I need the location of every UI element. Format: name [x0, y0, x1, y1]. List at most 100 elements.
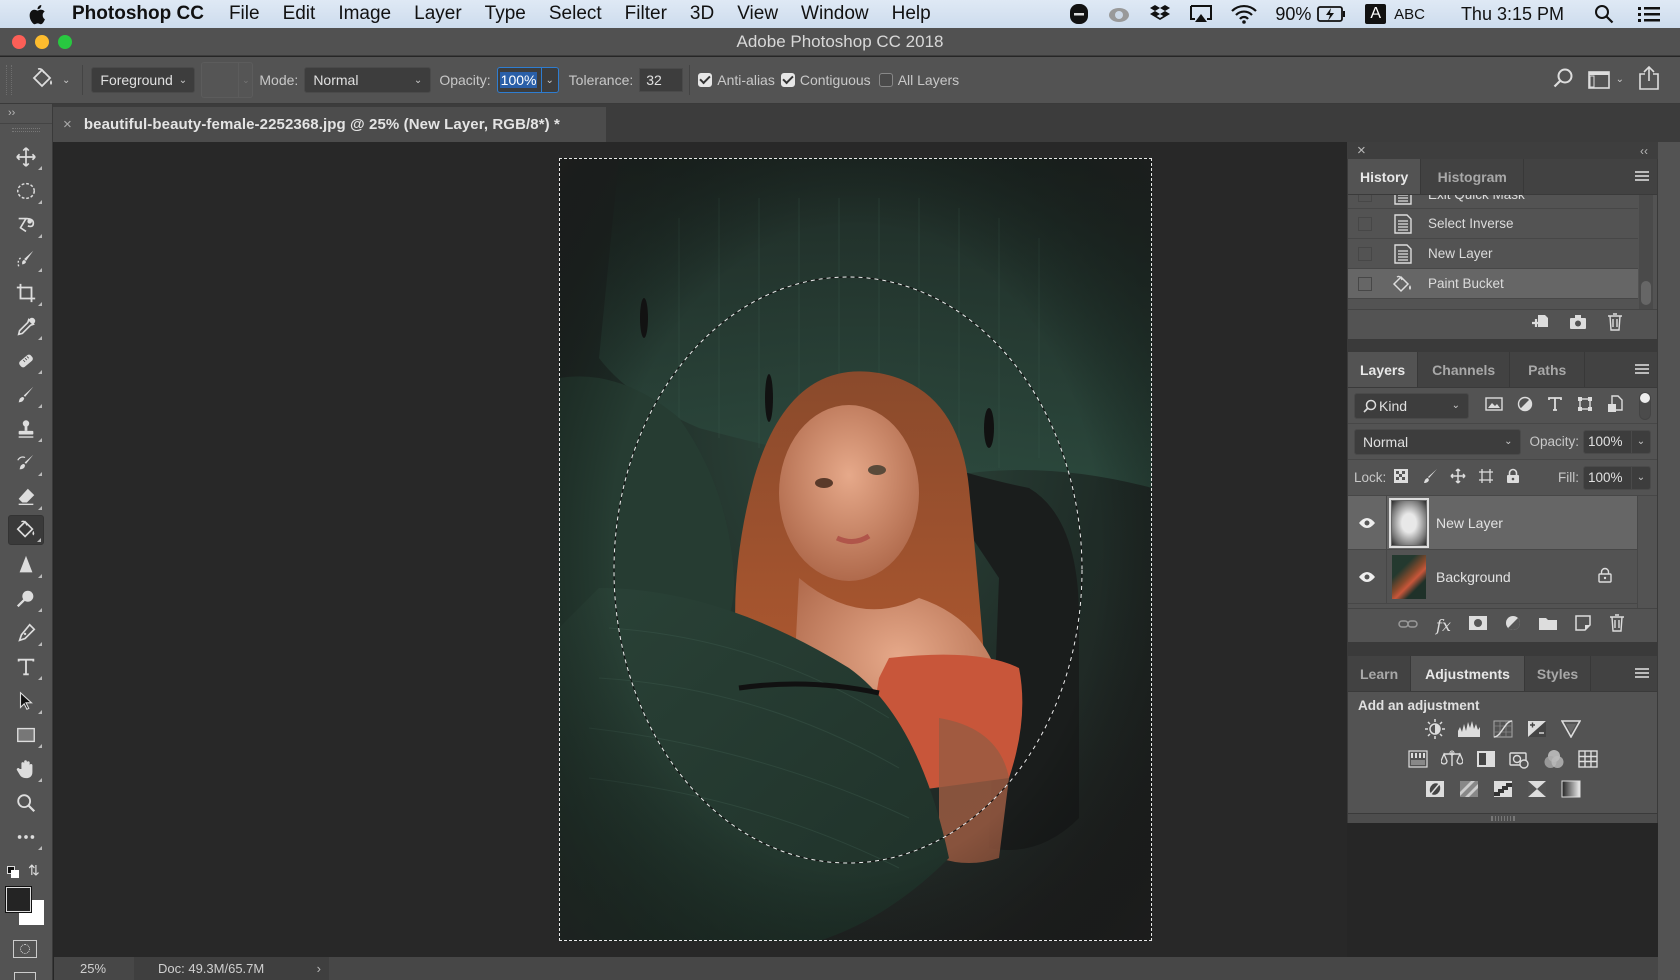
paint-bucket-tool[interactable] — [8, 515, 44, 545]
panel-divider[interactable] — [1347, 339, 1658, 352]
search-icon[interactable] — [1552, 67, 1574, 92]
brightness-contrast-icon[interactable] — [1424, 719, 1446, 739]
new-layer-icon[interactable] — [1575, 615, 1591, 636]
opacity-field[interactable]: 100% ⌄ — [496, 67, 559, 93]
add-mask-icon[interactable] — [1469, 616, 1487, 635]
swap-colors-icon[interactable]: ⇅ — [28, 862, 40, 879]
panel-divider[interactable] — [1347, 642, 1658, 656]
history-brush-tool[interactable] — [8, 448, 44, 478]
tab-paths[interactable]: Paths — [1510, 352, 1586, 387]
tab-adjustments[interactable]: Adjustments — [1411, 656, 1525, 691]
filter-adjustment-icon[interactable] — [1517, 396, 1533, 415]
clock[interactable]: Thu 3:15 PM — [1461, 4, 1564, 25]
dodge-tool[interactable] — [8, 584, 44, 614]
tolerance-input[interactable]: 32 — [639, 68, 684, 92]
canvas-area[interactable] — [54, 142, 1347, 957]
tool-preset-picker[interactable]: ⌄ — [30, 67, 70, 94]
fill-field[interactable]: 100% ⌄ — [1583, 465, 1651, 490]
panel-resize-grip[interactable] — [1348, 813, 1657, 823]
airplay-icon[interactable] — [1189, 4, 1213, 24]
history-scrollbar[interactable] — [1639, 195, 1653, 309]
invert-icon[interactable] — [1424, 779, 1446, 799]
type-tool[interactable] — [8, 652, 44, 682]
wifi-icon[interactable] — [1231, 4, 1258, 24]
exposure-icon[interactable] — [1526, 719, 1548, 739]
close-window-button[interactable] — [12, 35, 26, 49]
menu-select[interactable]: Select — [549, 3, 602, 25]
history-source-checkbox[interactable] — [1358, 216, 1372, 231]
history-source-checkbox[interactable] — [1358, 246, 1372, 261]
anti-alias-checkbox[interactable] — [698, 73, 713, 87]
delete-layer-icon[interactable] — [1609, 614, 1625, 637]
history-item-selected[interactable]: Paint Bucket — [1348, 269, 1638, 299]
hue-saturation-icon[interactable] — [1407, 749, 1429, 769]
chevron-down-icon[interactable]: ⌄ — [1632, 431, 1650, 453]
levels-icon[interactable] — [1457, 719, 1480, 739]
spotlight-icon[interactable] — [1594, 4, 1614, 24]
filter-shape-icon[interactable] — [1577, 396, 1593, 415]
tab-history[interactable]: History — [1348, 159, 1422, 194]
screen-mode-button[interactable] — [14, 972, 36, 980]
black-white-icon[interactable] — [1475, 749, 1497, 769]
new-group-folder-icon[interactable] — [1539, 616, 1557, 635]
path-selection-tool[interactable] — [8, 686, 44, 716]
lock-all-icon[interactable] — [1506, 468, 1520, 487]
selective-color-icon[interactable] — [1526, 779, 1548, 799]
panel-menu-icon[interactable] — [1635, 668, 1649, 678]
panel-menu-icon[interactable] — [1635, 364, 1649, 374]
filter-toggle-switch[interactable] — [1639, 391, 1651, 420]
sharpen-tool[interactable] — [8, 550, 44, 580]
zoom-level-field[interactable]: 25% — [54, 961, 134, 976]
posterize-icon[interactable] — [1458, 779, 1480, 799]
edit-toolbar-button[interactable] — [8, 822, 44, 852]
toolbar-collapse-button[interactable]: ›› — [0, 104, 52, 124]
snapshot-camera-icon[interactable] — [1569, 314, 1587, 335]
tab-histogram[interactable]: Histogram — [1421, 159, 1525, 194]
close-panel-icon[interactable]: × — [1357, 142, 1366, 159]
creative-cloud-icon[interactable] — [1107, 5, 1131, 23]
document-tab[interactable]: × beautiful-beauty-female-2252368.jpg @ … — [53, 107, 606, 142]
input-source-icon[interactable]: A — [1365, 4, 1387, 24]
lasso-tool[interactable] — [8, 210, 44, 240]
visibility-eye-icon[interactable] — [1348, 517, 1386, 529]
fill-source-select[interactable]: Foreground ⌄ — [91, 67, 196, 93]
options-bar-grip[interactable] — [6, 65, 12, 95]
curves-icon[interactable] — [1492, 719, 1514, 739]
close-document-icon[interactable]: × — [63, 116, 72, 133]
threshold-icon[interactable] — [1492, 779, 1514, 799]
filter-type-icon[interactable] — [1547, 396, 1563, 415]
mode-select[interactable]: Normal ⌄ — [304, 67, 432, 93]
link-layers-icon[interactable] — [1398, 617, 1418, 635]
skype-icon[interactable] — [1069, 3, 1089, 25]
layers-scrollbar[interactable] — [1637, 496, 1657, 608]
menu-window[interactable]: Window — [801, 3, 869, 25]
notification-center-icon[interactable] — [1638, 5, 1660, 23]
quick-mask-button[interactable] — [13, 940, 37, 958]
lock-image-pixels-icon[interactable] — [1422, 468, 1438, 487]
zoom-tool[interactable] — [8, 788, 44, 818]
tab-styles[interactable]: Styles — [1525, 656, 1592, 691]
rectangle-tool[interactable] — [8, 720, 44, 750]
lock-artboard-icon[interactable] — [1478, 468, 1494, 487]
filter-smart-object-icon[interactable] — [1607, 395, 1623, 416]
photo-filter-icon[interactable] — [1508, 749, 1531, 769]
new-document-from-state-icon[interactable] — [1531, 313, 1549, 336]
layer-row-selected[interactable]: New Layer — [1348, 495, 1638, 550]
layer-filter-kind-select[interactable]: Kind ⌄ — [1354, 392, 1469, 419]
toolbar-grip[interactable] — [12, 128, 40, 132]
zoom-window-button[interactable] — [58, 35, 72, 49]
layer-row[interactable]: Background — [1348, 549, 1638, 604]
eraser-tool[interactable] — [8, 482, 44, 512]
history-item[interactable]: New Layer — [1348, 239, 1638, 269]
eyedropper-tool[interactable] — [8, 312, 44, 342]
brush-tool[interactable] — [8, 380, 44, 410]
quick-selection-tool[interactable] — [8, 244, 44, 274]
blend-mode-select[interactable]: Normal ⌄ — [1354, 428, 1522, 455]
clone-stamp-tool[interactable] — [8, 414, 44, 444]
spot-healing-brush-tool[interactable] — [8, 346, 44, 376]
menu-image[interactable]: Image — [338, 3, 391, 25]
share-icon[interactable] — [1638, 65, 1660, 93]
opacity-dropdown-button[interactable]: ⌄ — [542, 68, 558, 92]
fill-value[interactable]: 100% — [1584, 466, 1632, 489]
layer-opacity-field[interactable]: 100% ⌄ — [1583, 429, 1651, 454]
